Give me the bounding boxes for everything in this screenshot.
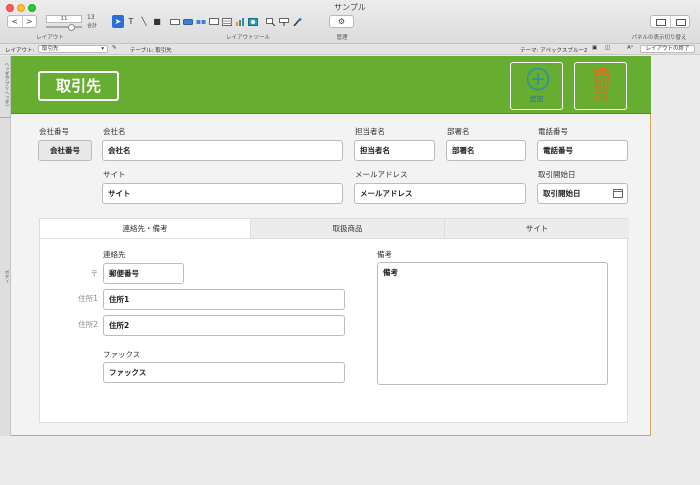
company-no-field[interactable]: 会社番号: [38, 140, 92, 161]
layout-select-value: 取引先: [42, 46, 59, 52]
layout-tools: ➤ T ╲ ■: [112, 15, 303, 29]
chevron-down-icon: ▾: [101, 46, 104, 52]
email-field[interactable]: メールアドレス: [354, 183, 526, 204]
address1-label: 住所1: [78, 294, 98, 303]
theme-label: テーマ: アペックスブルー2: [520, 48, 588, 54]
theme-icon[interactable]: ▣: [592, 45, 597, 51]
chart-icon[interactable]: [234, 15, 246, 28]
part-rail: ヘッダ(アプリヘッダ) ボディ: [0, 56, 11, 436]
layout-bar: レイアウト: 取引先 ▾ ✎ テーブル: 取引先 テーマ: アペックスブルー2 …: [0, 44, 700, 55]
zoom-slider[interactable]: [46, 24, 82, 31]
tab-contact-notes[interactable]: 連絡先・備考: [40, 219, 250, 238]
layout-navigation: < >: [7, 15, 37, 28]
header-band: 取引先 追加 削除: [11, 56, 651, 114]
address2-label: 住所2: [78, 320, 98, 329]
layout-canvas: 取引先 追加 削除 会社番号 会社番号 会社名 会社名 担当者名 担当者名 部署…: [11, 56, 651, 436]
contact-person-field[interactable]: 担当者名: [354, 140, 435, 161]
tab-products[interactable]: 取扱商品: [250, 219, 444, 238]
next-layout-button[interactable]: >: [21, 16, 37, 27]
plus-circle-icon: [526, 67, 550, 91]
portal-icon[interactable]: [221, 15, 233, 28]
manage-button[interactable]: ⚙: [329, 15, 354, 28]
layout-count: 13: [87, 14, 95, 21]
exit-layout-button[interactable]: レイアウトの終了: [640, 45, 695, 53]
body-part-label: ボディ: [4, 270, 9, 284]
gear-icon: ⚙: [337, 17, 346, 26]
line-icon[interactable]: ╲: [138, 15, 150, 28]
delete-label: 削除: [593, 95, 608, 103]
button-bar-icon[interactable]: [195, 15, 207, 28]
start-date-label: 取引開始日: [538, 170, 576, 179]
text-icon[interactable]: T: [125, 15, 137, 28]
postal-mark: 〒: [90, 269, 99, 278]
pencil-icon[interactable]: ✎: [112, 45, 117, 51]
trash-icon: [594, 67, 610, 93]
title-bar: サンプル < > レイアウト 11 13 合計 ➤ T ╲ ■ レイアウトツール…: [0, 0, 700, 44]
web-viewer-icon[interactable]: [247, 15, 259, 28]
previous-layout-button[interactable]: <: [8, 16, 22, 27]
memo-field[interactable]: 備考: [377, 262, 608, 385]
email-label: メールアドレス: [355, 170, 408, 179]
company-name-label: 会社名: [103, 127, 126, 136]
tab-site[interactable]: サイト: [444, 219, 629, 238]
rectangle-icon[interactable]: ■: [151, 15, 163, 28]
manage-label: 管理: [336, 35, 348, 41]
table-label: テーブル: 取引先: [130, 48, 172, 54]
site-label: サイト: [103, 170, 126, 179]
delete-button[interactable]: 削除: [574, 62, 627, 110]
fax-field[interactable]: ファックス: [103, 362, 345, 383]
phone-label: 電話番号: [538, 127, 568, 136]
address2-field[interactable]: 住所2: [103, 315, 345, 336]
address1-field[interactable]: 住所1: [103, 289, 345, 310]
layout-select[interactable]: 取引先 ▾: [38, 45, 108, 53]
style-icon[interactable]: ◫: [605, 45, 610, 51]
phone-field[interactable]: 電話番号: [537, 140, 628, 161]
panel-toggle-label: パネルの表示切り替え: [631, 35, 687, 41]
tab-panel: 連絡先・備考 取扱商品 サイト 連絡先 〒 郵便番号 住所1 住所1 住所2 住…: [39, 218, 629, 423]
zoom-field[interactable]: 11: [46, 15, 82, 23]
start-date-field[interactable]: 取引開始日: [537, 183, 628, 204]
left-panel-icon[interactable]: [651, 16, 670, 27]
add-label: 追加: [529, 95, 544, 103]
field-icon[interactable]: [169, 15, 181, 28]
page-title: 取引先: [38, 71, 119, 101]
add-button[interactable]: 追加: [510, 62, 563, 110]
popover-icon[interactable]: [208, 15, 220, 28]
layout-tools-label: レイアウトツール: [225, 35, 270, 41]
format-painter-icon[interactable]: [291, 15, 303, 28]
department-field[interactable]: 部署名: [446, 140, 526, 161]
window-title: サンプル: [334, 3, 366, 12]
layout-group-label: レイアウト: [36, 35, 64, 41]
button-icon[interactable]: [182, 15, 194, 28]
right-panel-icon[interactable]: [669, 16, 690, 27]
start-date-value: 取引開始日: [543, 189, 581, 198]
department-label: 部署名: [447, 127, 470, 136]
font-size-icon[interactable]: Aᵃ: [627, 45, 633, 51]
company-no-label: 会社番号: [39, 127, 69, 136]
postal-code-field[interactable]: 郵便番号: [103, 263, 184, 284]
insert-part-icon[interactable]: [278, 15, 290, 28]
layout-select-label: レイアウト:: [5, 48, 35, 54]
memo-label: 備考: [377, 250, 392, 259]
fax-label: ファックス: [103, 350, 141, 359]
site-field[interactable]: サイト: [102, 183, 343, 204]
pointer-icon[interactable]: ➤: [112, 15, 124, 28]
tab-bar: 連絡先・備考 取扱商品 サイト: [40, 219, 629, 239]
contact-section-label: 連絡先: [103, 250, 126, 259]
calendar-icon[interactable]: [613, 189, 623, 198]
company-name-field[interactable]: 会社名: [102, 140, 343, 161]
panel-toggle: [650, 15, 690, 28]
contact-person-label: 担当者名: [355, 127, 385, 136]
header-part-label: ヘッダ(アプリヘッダ): [4, 62, 9, 107]
field-picker-icon[interactable]: [265, 15, 277, 28]
layout-count-label: 合計: [87, 23, 98, 29]
